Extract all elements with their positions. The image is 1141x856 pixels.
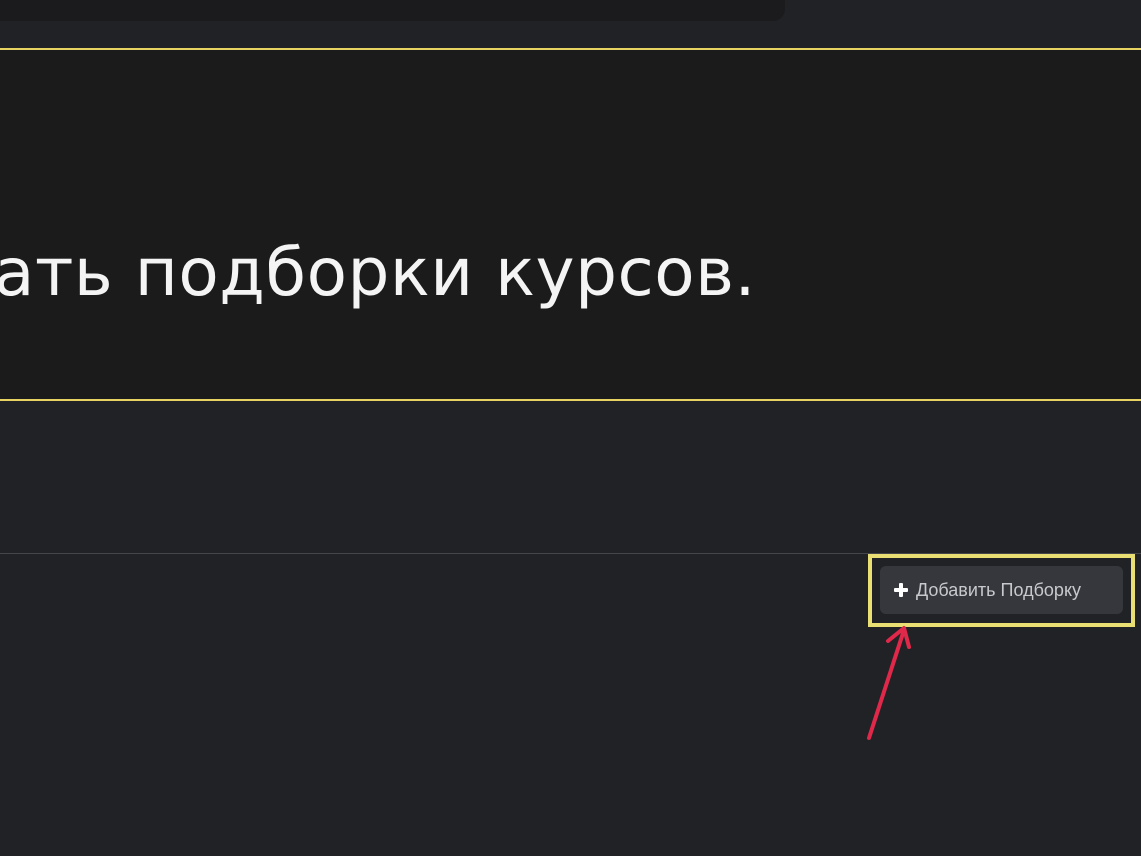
hint-banner: ать подборки курсов. bbox=[0, 48, 1141, 401]
add-collection-button[interactable]: Добавить Подборку bbox=[880, 566, 1123, 614]
plus-icon bbox=[894, 583, 908, 597]
top-card bbox=[0, 0, 785, 21]
hint-text: ать подборки курсов. bbox=[0, 234, 757, 311]
add-collection-label: Добавить Подборку bbox=[916, 579, 1082, 600]
